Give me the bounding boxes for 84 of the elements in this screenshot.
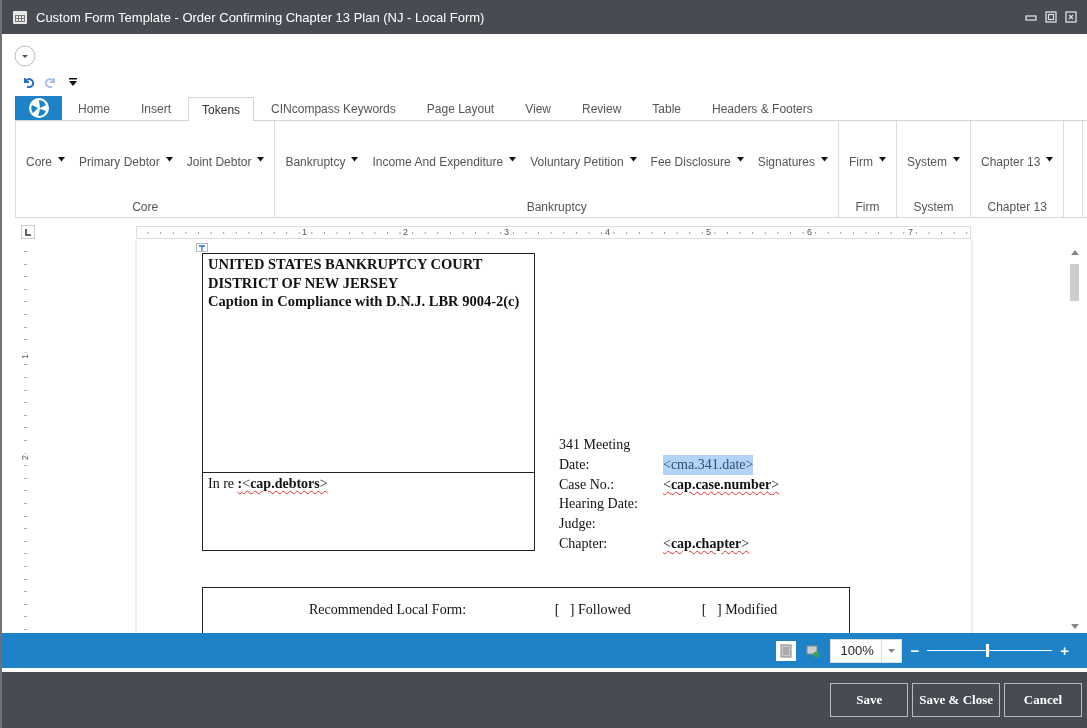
ruler-number: 2 [19,453,31,462]
option-text: [ ] Modified [701,601,779,618]
token-menu-button[interactable]: Firm [847,152,888,171]
token-menu-button[interactable]: Joint Debtor [184,152,267,171]
caption-heading: DISTRICT OF NEW JERSEY [208,273,400,292]
zoom-in-button[interactable]: + [1056,642,1073,659]
token-text: <cap.chapter> [663,535,750,553]
caret-icon [736,156,744,162]
zoom-out-button[interactable]: − [906,642,924,659]
page-view-icon[interactable] [776,640,797,661]
token-text: <cap.case.number> [663,475,780,494]
field-label: Chapter: [559,535,609,553]
ruler-number: 1 [19,352,31,361]
caret-icon [629,156,637,162]
token-text: <cma.341.date> [663,454,754,475]
token-menu-button[interactable]: Fee Disclosure [648,152,746,171]
logo-icon [27,97,50,119]
caret-icon [821,156,828,162]
footer-button[interactable]: Save & Close [912,683,1000,717]
ribbon-tab[interactable]: Headers & Footers [698,96,827,120]
caret-icon [953,156,961,162]
caret-icon [58,156,65,162]
ruler-number: 7 [907,226,914,238]
caret-icon [165,156,173,162]
scroll-down-icon[interactable] [1070,624,1079,629]
caret-icon [1046,156,1054,162]
ruler-number: 2 [402,226,409,238]
field-label: 341 Meeting Date: [559,436,632,474]
ruler-number: 4 [604,226,611,238]
ruler-number: 5 [705,226,712,238]
web-view-icon[interactable] [806,643,821,658]
option-text: [ ] Followed [554,601,632,618]
token-menu-button[interactable]: Chapter 13 [979,152,1056,171]
field-label: Case No.: [559,475,616,494]
ribbon-tab[interactable]: Tokens [188,97,255,121]
ruler-number: 1 [301,226,308,238]
dropdown-icon[interactable] [14,45,36,67]
restore-icon[interactable] [1045,11,1057,23]
ribbon-tab[interactable]: Review [567,96,636,120]
ribbon-tab[interactable]: Insert [127,96,186,120]
ruler-number: 3 [503,226,510,238]
zoom-dropdown[interactable]: 100% [830,638,903,663]
ribbon-tab[interactable]: View [511,96,565,120]
window-title: Custom Form Template - Order Confirming Chapter 13 Plan (NJ - Local Form) [36,9,486,25]
token-menu-button[interactable]: System [905,152,963,171]
footer-button[interactable]: Cancel [1004,683,1082,717]
app-menu-button[interactable] [15,96,62,120]
tab-stop-icon[interactable] [21,225,35,239]
token-menu-button[interactable]: Income And Expenditure [370,152,519,171]
group-label: System [912,200,955,216]
token-menu-button[interactable]: Voluntary Petition [528,152,639,171]
group-label: Chapter 13 [986,200,1048,216]
token-menu-button[interactable]: Bankruptcy [283,152,361,171]
ribbon-tab[interactable]: CINcompass Keywords [257,96,410,120]
ribbon-tab[interactable]: Page Layout [412,96,509,120]
caret-icon [257,156,265,162]
caption-heading: UNITED STATES BANKRUPTCY COURT [208,255,484,274]
group-label: Core [131,200,160,216]
group-label: Bankruptcy [525,200,588,216]
scroll-thumb[interactable] [1070,264,1079,301]
token-menu-button[interactable]: Core [24,152,67,171]
ribbon-tab[interactable]: Table [638,96,695,120]
field-label: Hearing Date: [559,495,639,514]
scroll-up-icon[interactable] [1070,250,1079,255]
ribbon-tab[interactable]: Home [64,96,124,120]
zoom-slider-thumb[interactable] [986,644,990,657]
close-icon[interactable] [1065,11,1077,23]
calendar-icon [12,9,28,25]
token-menu-button[interactable]: Signatures [755,152,830,171]
caption-heading: Caption in Compliance with D.N.J. LBR 9004-2(c) [208,292,521,311]
ruler-number: 6 [806,226,813,238]
undo-icon[interactable] [22,76,34,88]
group-label: Firm [854,200,881,216]
local-form-label: Recommended Local Form: [309,601,468,618]
token-menu-button[interactable]: Primary Debtor [77,152,175,171]
caret-icon [888,648,896,653]
footer-button[interactable]: Save [830,683,909,717]
table-move-icon[interactable] [196,243,208,252]
field-label: Judge: [559,515,597,534]
caret-icon [351,156,359,162]
in-re-line: In re :<cap.debtors> [208,476,328,491]
caret-icon [509,156,517,162]
customize-icon[interactable] [68,77,78,87]
caret-icon [879,156,886,162]
